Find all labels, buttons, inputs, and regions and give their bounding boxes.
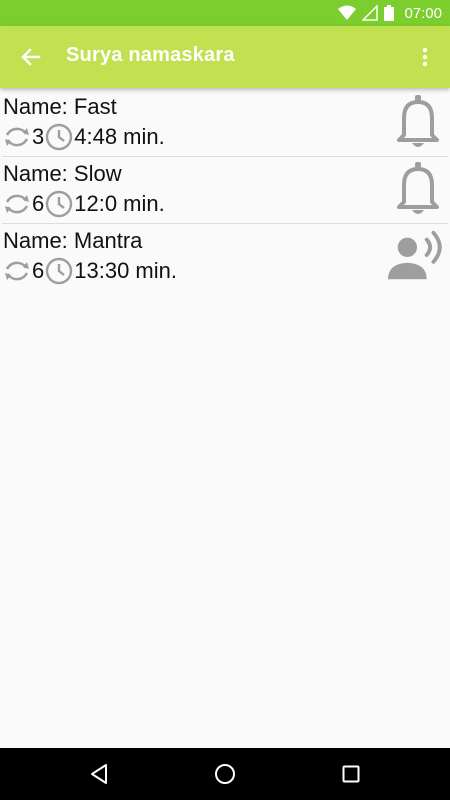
clock-icon — [44, 189, 74, 219]
item-meta: 6 13:30 min. — [2, 256, 177, 286]
clock-icon — [44, 122, 74, 152]
status-bar: 07:00 — [0, 0, 450, 26]
status-icons: 07:00 — [338, 0, 442, 26]
bell-icon — [397, 162, 439, 214]
item-name: Name: Slow — [3, 161, 122, 186]
repeat-icon — [2, 189, 32, 219]
battery-icon — [384, 5, 395, 21]
item-name: Name: Fast — [3, 94, 117, 119]
item-meta: 3 4:48 min. — [2, 122, 165, 152]
duration-text: 4:48 min. — [74, 124, 165, 149]
overflow-menu-icon — [422, 47, 428, 67]
repeat-icon — [2, 122, 32, 152]
bell-icon — [397, 95, 439, 147]
arrow-back-icon — [21, 48, 41, 66]
routine-list: Name: Fast 3 4:48 min. Name: Slow 6 12:0… — [0, 90, 450, 290]
voice-icon — [388, 230, 442, 280]
duration-text: 12:0 min. — [74, 191, 165, 216]
clock-icon — [44, 256, 74, 286]
home-circle-icon — [215, 764, 235, 784]
app-bar: Surya namaskara — [0, 26, 450, 88]
system-nav-bar — [0, 748, 450, 800]
nav-home-button[interactable] — [210, 759, 240, 789]
list-item[interactable]: Name: Slow 6 12:0 min. — [2, 157, 448, 224]
status-time: 07:00 — [404, 4, 442, 22]
nav-back-button[interactable] — [84, 759, 114, 789]
recents-square-icon — [342, 765, 360, 783]
nav-recents-button[interactable] — [336, 759, 366, 789]
list-item[interactable]: Name: Fast 3 4:48 min. — [2, 90, 448, 157]
item-name: Name: Mantra — [3, 228, 143, 253]
duration-text: 13:30 min. — [74, 258, 177, 283]
back-triangle-icon — [91, 764, 107, 784]
wifi-icon — [338, 5, 357, 20]
reminder-button[interactable] — [388, 159, 448, 219]
repeat-count: 6 — [32, 191, 45, 216]
list-item[interactable]: Name: Mantra 6 13:30 min. — [2, 224, 448, 290]
repeat-icon — [2, 256, 32, 286]
signal-icon — [362, 5, 379, 21]
reminder-button[interactable] — [388, 92, 448, 152]
page-title: Surya namaskara — [66, 44, 235, 66]
overflow-menu-button[interactable] — [410, 42, 440, 72]
repeat-count: 3 — [32, 124, 45, 149]
back-button[interactable] — [14, 40, 48, 74]
repeat-count: 6 — [32, 258, 45, 283]
voice-button[interactable] — [388, 226, 448, 286]
item-meta: 6 12:0 min. — [2, 189, 165, 219]
